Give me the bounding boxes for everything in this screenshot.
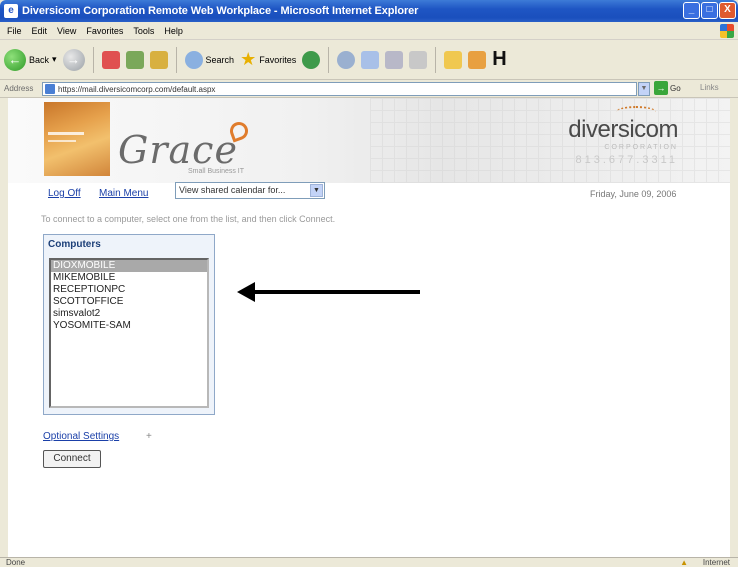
logoff-link[interactable]: Log Off — [48, 188, 81, 199]
menu-bar: File Edit View Favorites Tools Help — [0, 22, 738, 40]
diversicom-logo: diversicom — [568, 116, 678, 143]
toolbar-separator — [92, 46, 94, 73]
go-button[interactable]: → Go — [654, 81, 681, 95]
toolbar-separator — [175, 46, 177, 73]
print-icon[interactable] — [385, 50, 404, 69]
edit-icon[interactable] — [409, 50, 428, 69]
menu-help[interactable]: Help — [159, 26, 188, 36]
menu-favorites[interactable]: Favorites — [81, 26, 128, 36]
computers-panel: Computers DIOXMOBILE MIKEMOBILE RECEPTIO… — [43, 234, 215, 415]
address-label: Address — [4, 84, 34, 93]
maximize-button[interactable]: □ — [701, 2, 718, 19]
stop-icon[interactable] — [101, 50, 120, 69]
favorites-label: Favorites — [259, 54, 297, 65]
links-button[interactable]: Links — [700, 83, 719, 92]
h-block-icon[interactable]: H — [492, 48, 506, 71]
computer-list-item[interactable]: simsvalot2 — [51, 308, 207, 320]
diversicom-phone: 813.677.3311 — [575, 154, 678, 166]
search-button[interactable]: Search — [184, 50, 235, 69]
header-photo — [44, 102, 110, 176]
messenger-icon[interactable] — [468, 50, 487, 69]
toolbar-separator — [435, 46, 437, 73]
address-url: https://mail.diversicomcorp.com/default.… — [58, 84, 216, 94]
media-icon[interactable] — [302, 50, 321, 69]
close-button[interactable]: X — [719, 2, 736, 19]
address-bar: Address https://mail.diversicomcorp.com/… — [0, 80, 738, 98]
minimize-button[interactable]: _ — [683, 2, 700, 19]
current-date: Friday, June 09, 2006 — [590, 189, 677, 199]
windows-logo-icon — [720, 24, 734, 38]
web-page: Grace Small Business IT diversicom CORPO… — [8, 98, 730, 557]
back-label: Back — [29, 54, 50, 65]
window-title: Diversicom Corporation Remote Web Workpl… — [22, 5, 419, 17]
computer-list-item[interactable]: DIOXMOBILE — [51, 260, 207, 272]
ie-icon: e — [4, 4, 18, 18]
shared-calendar-value: View shared calendar for... — [179, 185, 286, 195]
computers-heading: Computers — [48, 239, 101, 250]
chevron-down-icon: ▾ — [52, 54, 57, 64]
chevron-down-icon: ▼ — [310, 184, 323, 197]
mail-icon[interactable] — [361, 50, 380, 69]
page-frame-right — [730, 98, 738, 557]
diversicom-subtitle: CORPORATION — [604, 144, 678, 151]
nav-row: Log Off Main Menu View shared calendar f… — [8, 180, 730, 202]
page-icon — [45, 84, 55, 94]
search-label: Search — [205, 54, 235, 65]
forward-arrow-icon[interactable]: → — [62, 48, 85, 71]
toolbar-separator — [328, 46, 330, 73]
optional-settings-expand[interactable]: + — [146, 431, 152, 442]
search-icon — [184, 50, 203, 69]
go-label: Go — [670, 83, 681, 93]
favorites-button[interactable]: ★ Favorites — [240, 49, 296, 70]
status-bar: Done ▲ Internet — [0, 557, 738, 567]
refresh-icon[interactable] — [125, 50, 144, 69]
history-icon[interactable] — [337, 50, 356, 69]
warning-icon: ▲ — [680, 558, 688, 567]
menu-file[interactable]: File — [2, 26, 27, 36]
computer-list-item[interactable]: YOSOMITE-SAM — [51, 320, 207, 332]
connect-button[interactable]: Connect — [43, 450, 101, 468]
security-zone: Internet — [702, 558, 730, 567]
address-dropdown[interactable]: ▼ — [638, 82, 650, 96]
computer-list-item[interactable]: RECEPTIONPC — [51, 284, 207, 296]
main-menu-link[interactable]: Main Menu — [99, 188, 148, 199]
page-header: Grace Small Business IT diversicom CORPO… — [8, 98, 730, 183]
status-text: Done — [6, 558, 26, 567]
window-titlebar: e Diversicom Corporation Remote Web Work… — [0, 0, 738, 22]
home-icon[interactable] — [149, 50, 168, 69]
computers-listbox[interactable]: DIOXMOBILE MIKEMOBILE RECEPTIONPC SCOTTO… — [49, 258, 209, 408]
grace-logo: Grace — [118, 128, 238, 172]
star-icon: ★ — [240, 49, 257, 69]
page-frame-left — [0, 98, 8, 557]
go-arrow-icon: → — [654, 81, 668, 95]
grace-tagline: Small Business IT — [188, 168, 245, 175]
menu-tools[interactable]: Tools — [128, 26, 159, 36]
menu-view[interactable]: View — [52, 26, 81, 36]
back-arrow-icon: ← — [4, 48, 26, 71]
menu-edit[interactable]: Edit — [27, 26, 53, 36]
annotation-arrow-line — [244, 290, 420, 294]
optional-settings-link[interactable]: Optional Settings — [43, 431, 119, 442]
folder-icon[interactable] — [444, 50, 463, 69]
instruction-text: To connect to a computer, select one fro… — [41, 214, 336, 224]
window-controls: _ □ X — [683, 2, 736, 19]
toolbar: ← Back ▾ → Search ★ Favorites H — [0, 40, 738, 80]
computer-list-item[interactable]: SCOTTOFFICE — [51, 296, 207, 308]
back-button[interactable]: ← Back ▾ — [4, 48, 57, 71]
shared-calendar-select[interactable]: View shared calendar for... ▼ — [175, 182, 325, 199]
address-input[interactable]: https://mail.diversicomcorp.com/default.… — [42, 82, 637, 96]
computer-list-item[interactable]: MIKEMOBILE — [51, 272, 207, 284]
